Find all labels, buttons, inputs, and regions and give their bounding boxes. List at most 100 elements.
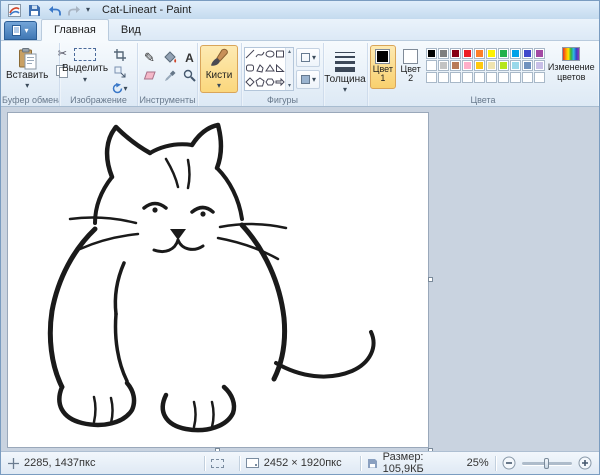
select-label: Выделить (62, 63, 108, 74)
group-label-clipboard: Буфер обмена (2, 95, 59, 105)
zoom-out-button[interactable] (502, 456, 516, 470)
shape-curve[interactable] (255, 49, 265, 62)
palette-swatch[interactable] (486, 48, 497, 59)
canvas-size-value: 2452 × 1920пкс (264, 457, 342, 469)
palette-swatch[interactable] (498, 72, 509, 83)
palette-swatch[interactable] (438, 60, 449, 71)
rotate-button[interactable]: ▾ (110, 81, 130, 96)
pencil-icon: ✎ (144, 51, 155, 64)
palette-swatch[interactable] (510, 72, 521, 83)
crop-button[interactable] (110, 47, 130, 62)
shape-fill-button[interactable]: ▾ (296, 70, 320, 89)
shape-rectangle[interactable] (275, 49, 285, 62)
palette-swatch[interactable] (462, 48, 473, 59)
shape-oval[interactable] (265, 49, 275, 62)
shape-polygon[interactable] (255, 63, 265, 76)
color2-swatch (403, 49, 418, 64)
caret-down-icon: ▾ (123, 85, 127, 93)
shape-arrow-right[interactable] (275, 77, 285, 90)
palette-swatch[interactable] (450, 72, 461, 83)
magnifier-icon (183, 69, 196, 82)
canvas-resize-handle-bottom[interactable] (215, 448, 220, 451)
brushes-button[interactable]: Кисти ▾ (200, 45, 238, 93)
group-label-image: Изображение (60, 95, 137, 105)
scroll-up-icon[interactable]: ▴ (288, 49, 291, 55)
palette-swatch[interactable] (450, 60, 461, 71)
paste-button[interactable]: Вставить ▾ (4, 45, 50, 93)
palette-swatch[interactable] (438, 48, 449, 59)
palette-swatch[interactable] (522, 60, 533, 71)
palette-swatch[interactable] (486, 60, 497, 71)
file-size-segment: Размер: 105,9КБ (367, 451, 455, 475)
palette-swatch[interactable] (474, 48, 485, 59)
palette-swatch[interactable] (498, 48, 509, 59)
palette-swatch[interactable] (474, 60, 485, 71)
palette-swatch[interactable] (474, 72, 485, 83)
palette-swatch[interactable] (426, 60, 437, 71)
palette-swatch[interactable] (462, 72, 473, 83)
palette-swatch[interactable] (426, 48, 437, 59)
text-icon: A (185, 52, 194, 64)
shape-diamond[interactable] (245, 77, 255, 90)
shape-pentagon[interactable] (255, 77, 265, 90)
zoom-slider-thumb[interactable] (544, 458, 549, 469)
paint-canvas[interactable] (8, 113, 428, 447)
line-thickness-icon (335, 48, 355, 74)
paint-window: ▾ Cat-Lineart - Paint ▾ Главная Вид Вста… (0, 0, 600, 475)
palette-swatch[interactable] (522, 48, 533, 59)
redo-button[interactable] (66, 3, 82, 18)
palette-swatch[interactable] (534, 60, 545, 71)
tab-view[interactable]: Вид (109, 20, 153, 40)
canvas-resize-handle-right[interactable] (428, 277, 433, 282)
group-label-shapes: Фигуры (242, 95, 323, 105)
palette-swatch[interactable] (450, 48, 461, 59)
color1-button[interactable]: Цвет 1 (370, 45, 396, 89)
palette-swatch[interactable] (522, 72, 533, 83)
shape-hexagon[interactable] (265, 77, 275, 90)
shape-right-triangle[interactable] (275, 63, 285, 76)
size-button[interactable]: Толщина ▾ (326, 45, 364, 93)
title-bar: ▾ Cat-Lineart - Paint (1, 1, 599, 19)
eraser-tool-button[interactable] (140, 67, 159, 84)
fill-tool-button[interactable] (160, 49, 179, 66)
palette-swatch[interactable] (510, 48, 521, 59)
magnifier-tool-button[interactable] (180, 67, 199, 84)
qat-customize-caret-icon[interactable]: ▾ (86, 6, 90, 14)
shape-rounded-rectangle[interactable] (245, 63, 255, 76)
save-button[interactable] (26, 3, 42, 18)
text-tool-button[interactable]: A (180, 49, 199, 66)
tab-home[interactable]: Главная (41, 19, 109, 41)
undo-button[interactable] (46, 3, 62, 18)
statusbar-separator (360, 456, 361, 471)
zoom-in-button[interactable] (578, 456, 592, 470)
color-picker-tool-button[interactable] (160, 67, 179, 84)
caret-down-icon: ▾ (343, 86, 347, 94)
shape-line[interactable] (245, 49, 255, 62)
pencil-tool-button[interactable]: ✎ (140, 49, 159, 66)
color2-button[interactable]: Цвет 2 (398, 45, 424, 89)
palette-swatch[interactable] (486, 72, 497, 83)
palette-swatch[interactable] (426, 72, 437, 83)
scroll-down-icon[interactable]: ▾ (288, 83, 291, 89)
palette-swatch[interactable] (498, 60, 509, 71)
select-button[interactable]: Выделить ▾ (62, 45, 108, 89)
palette-swatch[interactable] (534, 48, 545, 59)
canvas-resize-handle-corner[interactable] (428, 448, 433, 451)
caret-down-icon: ▾ (217, 82, 221, 90)
shape-outline-button[interactable]: ▾ (296, 48, 320, 67)
application-menu-button[interactable]: ▾ (4, 21, 37, 40)
zoom-slider[interactable] (522, 462, 573, 465)
palette-swatch[interactable] (462, 60, 473, 71)
ribbon-tab-row: ▾ Главная Вид (1, 19, 599, 40)
palette-swatch[interactable] (438, 72, 449, 83)
paste-icon (18, 48, 37, 70)
shapes-scrollbar[interactable]: ▴ ▾ (285, 48, 293, 90)
palette-swatch[interactable] (510, 60, 521, 71)
group-image: Выделить ▾ ▾ (60, 43, 138, 106)
resize-button[interactable] (110, 64, 130, 79)
palette-swatch[interactable] (534, 72, 545, 83)
caret-down-icon: ▾ (83, 76, 87, 84)
app-icon (6, 3, 22, 18)
edit-colors-button[interactable]: Изменение цветов (547, 45, 596, 91)
shape-triangle[interactable] (265, 63, 275, 76)
